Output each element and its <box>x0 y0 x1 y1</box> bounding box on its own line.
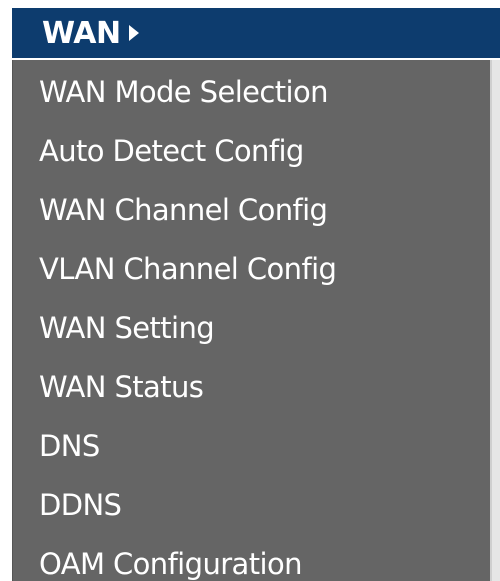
menu-item-wan-setting[interactable]: WAN Setting <box>39 299 215 357</box>
menu-item-dns[interactable]: DNS <box>39 417 100 475</box>
menu-item-wan-status[interactable]: WAN Status <box>39 358 204 416</box>
menu-item-wan-channel-config[interactable]: WAN Channel Config <box>39 181 328 239</box>
menu-item-wan-mode-selection[interactable]: WAN Mode Selection <box>39 63 329 121</box>
menu-item-ddns[interactable]: DDNS <box>39 476 122 534</box>
menu-item-vlan-channel-config[interactable]: VLAN Channel Config <box>39 240 337 298</box>
wan-menu: WAN WAN Mode Selection Auto Detect Confi… <box>0 0 500 581</box>
menu-header-wan[interactable]: WAN <box>12 8 500 58</box>
caret-right-icon <box>128 25 139 41</box>
menu-body: WAN Mode Selection Auto Detect Config WA… <box>12 60 491 581</box>
menu-item-oam-configuration[interactable]: OAM Configuration <box>39 535 302 581</box>
menu-header-label: WAN <box>42 15 121 51</box>
menu-item-auto-detect-config[interactable]: Auto Detect Config <box>39 122 304 180</box>
menu-side-rail <box>490 60 500 581</box>
